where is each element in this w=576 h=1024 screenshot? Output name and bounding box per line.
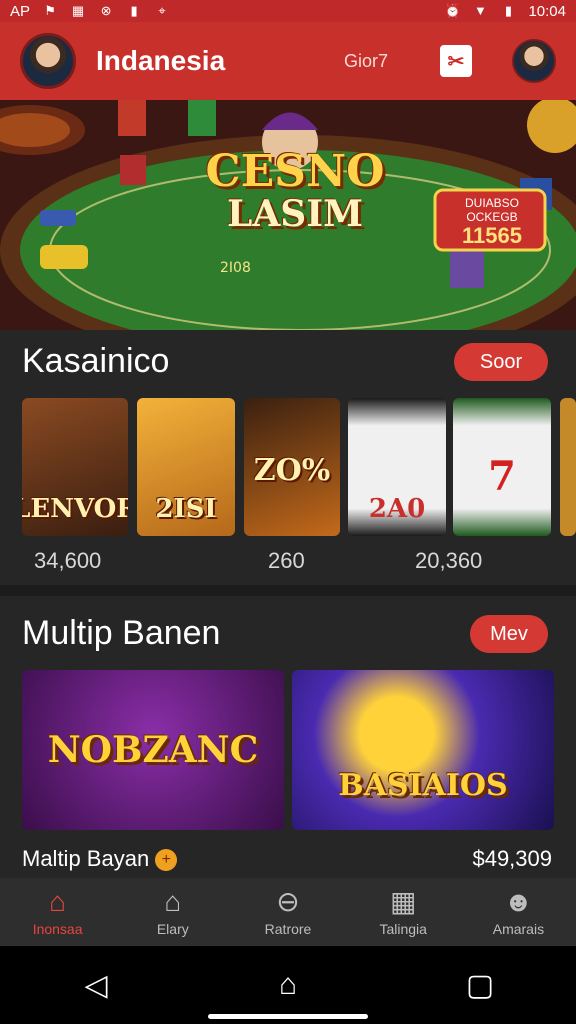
coin-icon: + — [155, 849, 178, 872]
header-subtitle: Gior7 — [343, 50, 388, 71]
nav-item-grid[interactable]: ▦ Talingia — [346, 878, 461, 946]
nav-label: Ratrore — [264, 921, 312, 937]
nav-label: Inonsaa — [32, 921, 83, 937]
battery-icon: ▮ — [130, 3, 138, 18]
game-tile-label: 2A0 — [368, 494, 426, 524]
nav-label: Elary — [156, 921, 189, 937]
close-circle-icon: ⊗ — [100, 3, 112, 18]
shop-icon: ⌂ — [164, 886, 182, 917]
status-right: ⏰ ▼ ▮ 10:04 — [444, 3, 566, 20]
status-time: 10:04 — [528, 2, 566, 20]
game-tile[interactable]: 2ISI — [137, 398, 235, 536]
gesture-bar[interactable] — [208, 1014, 368, 1019]
alarm-icon: ⏰ — [444, 3, 461, 18]
system-nav-bar: ◁ ⌂ ▢ — [0, 946, 576, 1024]
carrier-text: AP — [10, 2, 31, 20]
game-tile[interactable]: 7 — [453, 398, 551, 536]
game-tile[interactable]: LENVOR — [22, 398, 128, 536]
back-icon[interactable]: ◁ — [66, 960, 126, 1010]
page-title: Indanesia — [96, 45, 226, 76]
promo-banner[interactable]: NOBZANC — [22, 670, 284, 830]
footer-label: Maltip Bayan + — [22, 846, 178, 872]
promo-banner-label: NOBZANC — [47, 729, 259, 771]
wifi-icon: ▼ — [474, 3, 487, 18]
home-circle-icon[interactable]: ⌂ — [258, 960, 318, 1010]
hero-banner[interactable]: 2I08 CESNO LASIM DUIABSO OCKEGB 11565 — [0, 100, 576, 330]
status-left: AP ⚑ ▦ ⊗ ▮ ⌖ — [10, 3, 170, 20]
game-tile-label: 7 — [488, 453, 516, 500]
game-tile[interactable]: ZO% — [244, 398, 340, 536]
hero-badge: DUIABSO OCKEGB 11565 — [440, 196, 544, 248]
app-header: Indanesia Gior7 ✂ — [0, 22, 576, 100]
grid-icon: ▦ — [389, 886, 417, 917]
section-title: Kasainico — [22, 342, 170, 380]
jackpot-amount: $49,309 — [472, 846, 552, 871]
nav-item-shop[interactable]: ⌂ Elary — [115, 878, 230, 946]
avatar[interactable] — [20, 33, 76, 89]
hero-badge-value: 11565 — [462, 223, 522, 248]
profile-avatar[interactable] — [512, 39, 556, 83]
bottom-nav: ⌂ Inonsaa ⌂ Elary ⊖ Ratrore ▦ Talingia ☻… — [0, 878, 576, 946]
hero-logo-line2: LASIM — [227, 193, 363, 235]
home-icon: ⌂ — [49, 886, 67, 917]
game-tile[interactable]: 2A0 — [348, 398, 446, 536]
nav-item-home[interactable]: ⌂ Inonsaa — [0, 878, 115, 946]
hero-badge-line2: OCKEGB — [466, 210, 518, 224]
battery-icon: ▮ — [504, 3, 513, 18]
hero-badge-line1: DUIABSO — [464, 196, 519, 210]
player-count: 260 — [268, 548, 305, 573]
status-bar: AP ⚑ ▦ ⊗ ▮ ⌖ ⏰ ▼ ▮ 10:04 — [0, 0, 576, 22]
nav-label: Talingia — [379, 921, 427, 937]
game-tile-label: 2ISI — [155, 494, 217, 524]
notification-icon: ⚑ — [44, 3, 56, 18]
table-marking: 2I08 — [220, 260, 251, 276]
ticket-icon[interactable]: ✂ — [440, 45, 472, 77]
sim-icon: ▦ — [71, 3, 85, 18]
see-all-button[interactable]: Soor — [454, 343, 548, 381]
player-count: 34,600 — [34, 548, 102, 573]
player-count: 20,360 — [415, 548, 483, 573]
nav-item-profile[interactable]: ☻ Amarais — [461, 878, 576, 946]
search-icon: ⊖ — [276, 886, 300, 917]
hero-logo: CESNO LASIM — [195, 146, 395, 235]
game-tile-label: LENVOR — [22, 494, 128, 524]
promo-banner-label: BASIAIOS — [338, 767, 508, 803]
recent-apps-icon[interactable]: ▢ — [450, 960, 510, 1010]
footer-label-text: Maltip Bayan — [22, 846, 150, 871]
more-button[interactable]: Mev — [470, 615, 548, 653]
map-pin-icon: ⌖ — [158, 3, 166, 18]
hero-logo-line1: CESNO — [205, 146, 385, 197]
game-tile-label: ZO% — [253, 453, 331, 488]
profile-icon: ☻ — [503, 886, 534, 917]
game-tile-partial[interactable] — [560, 398, 576, 536]
promo-banner[interactable]: BASIAIOS — [292, 670, 554, 830]
nav-item-search[interactable]: ⊖ Ratrore — [230, 878, 345, 946]
nav-label: Amarais — [492, 921, 545, 937]
section-title: Multip Banen — [22, 614, 221, 652]
